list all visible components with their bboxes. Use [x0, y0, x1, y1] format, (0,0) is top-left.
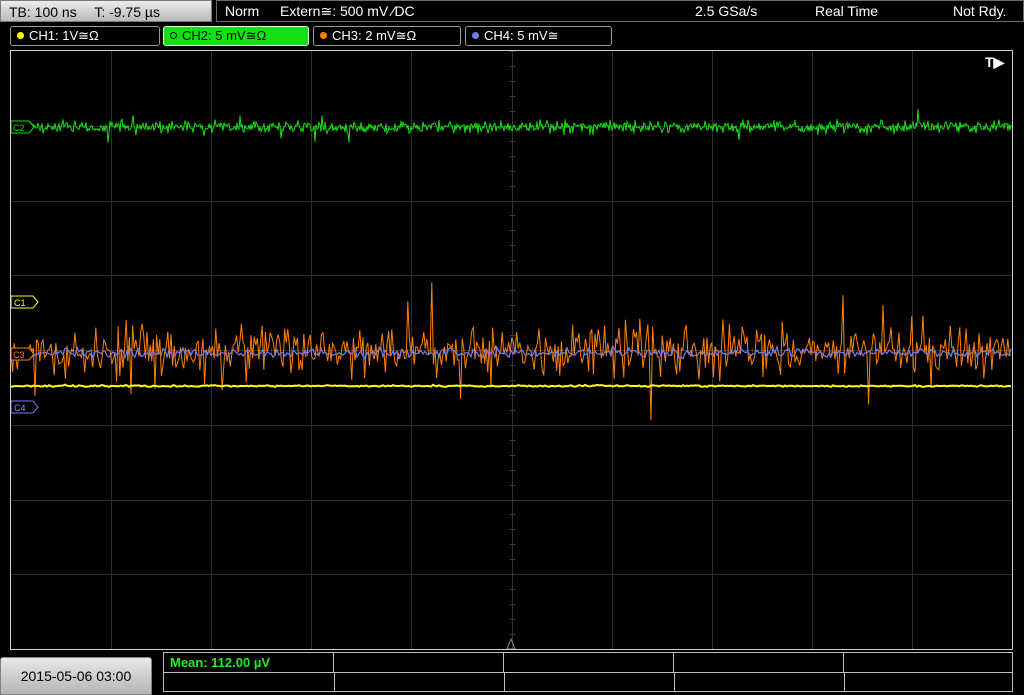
measure-divider [164, 672, 1012, 673]
trigger-position-marker[interactable]: T▶ [985, 54, 1006, 70]
trigger-arrow-icon[interactable] [506, 637, 516, 649]
measure-divider-v [334, 672, 335, 691]
ch1-dot-icon [17, 32, 24, 39]
tab-ch2-label: CH2: 5 mV≅Ω [182, 28, 267, 43]
status-bar: TB: 100 ns T: -9.75 µs Norm Extern≅: 500… [0, 0, 1024, 24]
sample-rate-label: 2.5 GSa/s [695, 3, 758, 19]
timebase-label: TB: 100 ns [9, 4, 77, 20]
status-label: Not Rdy. [953, 3, 1007, 19]
measure-divider-v [844, 672, 845, 691]
acq-mode-label: Real Time [815, 3, 879, 19]
acquisition-box[interactable]: Norm Extern≅: 500 mV ⁄DC 2.5 GSa/s Real … [216, 0, 1024, 22]
waveform-canvas: C2 C1 C3 C4 T▶ [11, 51, 1012, 649]
date-display: 2015-05-06 03:00 [0, 657, 152, 695]
trigger-time-label: T: -9.75 µs [94, 4, 160, 20]
ch3-marker[interactable]: C3 [11, 347, 35, 361]
trigger-source-label: Extern≅: 500 mV ⁄DC [280, 3, 415, 19]
channel-tabs: CH1: 1V≅Ω CH2: 5 mV≅Ω CH3: 2 mV≅Ω CH4: 5… [0, 26, 1024, 48]
measure-cell [334, 653, 504, 672]
ch2-marker-label: C2 [13, 123, 25, 133]
ch4-dot-icon [472, 32, 479, 39]
measurement-panel[interactable]: Mean: 112.00 µV [163, 652, 1013, 692]
tab-ch4-label: CH4: 5 mV≅ [484, 28, 559, 43]
measure-divider-v [504, 672, 505, 691]
ch1-marker-label: C1 [14, 298, 26, 308]
timebase-box[interactable]: TB: 100 ns T: -9.75 µs [0, 0, 212, 22]
tab-ch3[interactable]: CH3: 2 mV≅Ω [313, 26, 461, 46]
ch3-dot-icon [320, 32, 327, 39]
waveform-display[interactable]: C2 C1 C3 C4 T▶ [10, 50, 1013, 650]
measure-divider-v [674, 672, 675, 691]
measure-cell [504, 653, 674, 672]
ch3-marker-label: C3 [13, 350, 25, 360]
date-label: 2015-05-06 03:00 [20, 668, 132, 684]
ch2-marker[interactable]: C2 [11, 120, 35, 134]
ch1-marker[interactable]: C1 [11, 295, 39, 309]
tab-ch4[interactable]: CH4: 5 mV≅ [465, 26, 612, 46]
ch1-trace [11, 383, 1012, 389]
measure-cell [674, 653, 844, 672]
mean-readout: Mean: 112.00 µV [170, 655, 270, 670]
tab-ch1[interactable]: CH1: 1V≅Ω [10, 26, 160, 46]
ch4-marker[interactable]: C4 [11, 400, 39, 414]
tab-ch3-label: CH3: 2 mV≅Ω [332, 28, 417, 43]
tab-ch1-label: CH1: 1V≅Ω [29, 28, 99, 43]
trigger-mode-label: Norm [225, 3, 260, 19]
ch2-trace [11, 108, 1012, 143]
tab-ch2[interactable]: CH2: 5 mV≅Ω [163, 26, 309, 46]
ch2-dot-icon [170, 32, 177, 39]
ch4-marker-label: C4 [14, 403, 26, 413]
